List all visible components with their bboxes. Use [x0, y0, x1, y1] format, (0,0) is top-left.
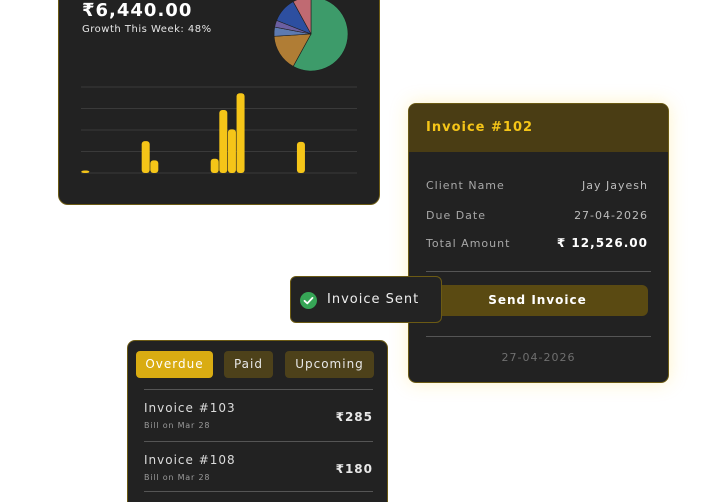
bar	[81, 170, 90, 173]
divider	[426, 271, 651, 272]
invoice-title: Invoice #102	[426, 120, 534, 135]
bill-title: Invoice #108	[144, 453, 236, 467]
bill-date: Bill on Mar 28	[144, 473, 211, 482]
bill-amount: ₹180	[335, 462, 373, 476]
bar	[296, 141, 305, 173]
client-name-label: Client Name	[426, 179, 505, 192]
total-amount-value: ₹ 12,526.00	[556, 236, 648, 250]
due-date-label: Due Date	[426, 209, 486, 222]
tab-upcoming[interactable]: Upcoming	[285, 351, 374, 378]
bar	[150, 160, 159, 173]
invoice-header: Invoice #102	[409, 104, 668, 152]
bill-date: Bill on Mar 28	[144, 421, 211, 430]
tab-paid[interactable]: Paid	[224, 351, 273, 378]
bar	[227, 129, 236, 173]
tab-overdue[interactable]: Overdue	[136, 351, 213, 378]
bill-title: Invoice #103	[144, 401, 236, 415]
revenue-card: ₹6,440.00 Growth This Week: 48%	[58, 0, 380, 205]
divider	[144, 491, 373, 492]
toast-text: Invoice Sent	[327, 292, 420, 307]
bar	[219, 110, 228, 173]
invoice-footer-date: 27-04-2026	[501, 351, 576, 364]
send-invoice-button[interactable]: Send Invoice	[427, 285, 648, 316]
pie-chart	[273, 0, 349, 72]
divider	[144, 441, 373, 442]
client-name-value: Jay Jayesh	[582, 179, 648, 192]
check-circle-icon	[300, 292, 317, 309]
bar	[141, 141, 150, 173]
divider	[426, 336, 651, 337]
invoice-sent-toast: Invoice Sent	[290, 276, 442, 323]
bar	[210, 158, 219, 173]
revenue-amount: ₹6,440.00	[82, 0, 193, 21]
bar-chart	[81, 86, 357, 174]
invoice-card: Invoice #102 Client Name Jay Jayesh Due …	[408, 103, 669, 383]
due-date-value: 27-04-2026	[574, 209, 648, 222]
bills-card: Overdue Paid Upcoming Invoice #103 Bill …	[127, 340, 388, 502]
divider	[144, 389, 373, 390]
bill-amount: ₹285	[335, 410, 373, 424]
total-amount-label: Total Amount	[426, 237, 511, 250]
revenue-growth-text: Growth This Week: 48%	[82, 24, 212, 35]
bar	[236, 93, 245, 173]
